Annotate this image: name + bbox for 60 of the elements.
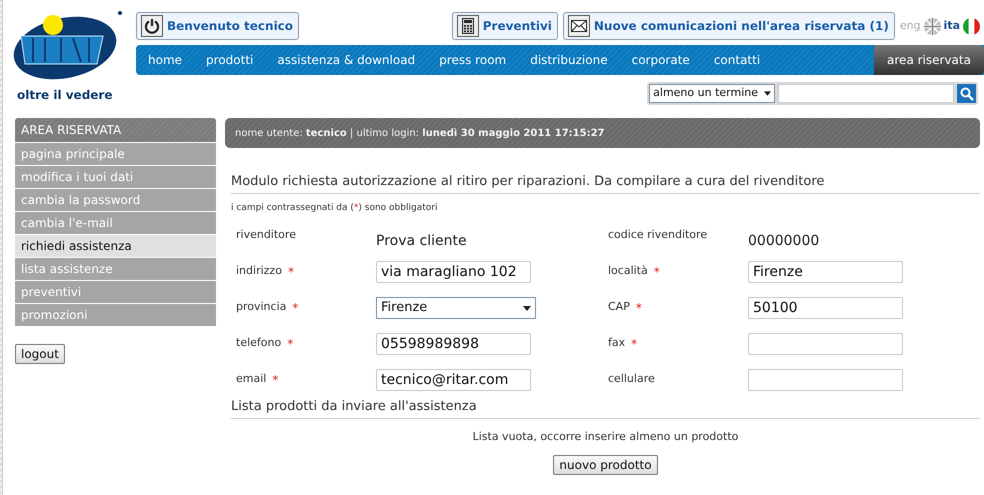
required-mark: *: [272, 372, 278, 389]
required-mark: *: [287, 336, 294, 353]
field-label: fax: [608, 335, 626, 351]
field-label: rivenditore: [236, 227, 296, 243]
nav-link[interactable]: contatti: [714, 51, 760, 69]
field-label: telefono: [236, 335, 282, 351]
calculator-icon: [456, 15, 479, 37]
products-title: Lista prodotti da inviare all'assistenza: [231, 397, 980, 418]
field-label: provincia: [236, 299, 286, 315]
uk-flag-icon: [924, 18, 941, 34]
province-dropdown[interactable]: Firenze: [376, 297, 536, 319]
top-button[interactable]: Nuove comunicazioni nell'area riservata (1): [562, 12, 895, 40]
input-field[interactable]: 05598989898: [376, 333, 531, 355]
top-button[interactable]: Preventivi: [452, 12, 558, 40]
logout-button[interactable]: logout: [15, 344, 65, 364]
field-label: CAP: [608, 299, 630, 315]
nav-link[interactable]: home: [148, 51, 182, 69]
nav-link[interactable]: corporate: [632, 51, 690, 69]
field-label: cellulare: [608, 371, 655, 387]
required-mark: *: [288, 264, 294, 281]
search-icon: [960, 86, 974, 100]
required-mark: *: [292, 300, 298, 317]
user-info-bar: nome utente: tecnico | ultimo login: lunedì 30 maggio 2011 17:15:27: [225, 118, 980, 148]
power-icon: [141, 15, 163, 37]
field-value: 00000000: [748, 232, 820, 251]
input-field[interactable]: [748, 333, 903, 355]
input-field[interactable]: 50100: [748, 297, 903, 319]
new-product-button[interactable]: nuovo prodotto: [553, 455, 658, 475]
dropdown-arrow-icon: [764, 91, 771, 96]
field-label: email: [236, 371, 266, 387]
nav-link[interactable]: assistenza & download: [277, 51, 416, 69]
search-mode-dropdown[interactable]: almeno un termine: [649, 84, 775, 103]
logo-tagline: oltre il vedere: [17, 87, 112, 104]
input-field[interactable]: Firenze: [748, 261, 903, 283]
search-button[interactable]: [957, 84, 976, 103]
field-label: indirizzo: [236, 263, 282, 279]
sidebar-item[interactable]: richiedi assistenza: [15, 235, 216, 257]
field-value: Prova cliente: [376, 232, 467, 251]
nav-link[interactable]: prodotti: [206, 51, 254, 69]
form-title: Modulo richiesta autorizzazione al ritiro per riparazioni. Da compilare a cura del rivenditore: [231, 172, 980, 194]
top-button[interactable]: Benvenuto tecnico: [136, 12, 300, 40]
italian-flag-icon: [963, 18, 980, 34]
required-mark: *: [636, 300, 642, 317]
required-mark: *: [654, 264, 660, 281]
required-fields-note: i campi contrassegnati da (*) sono obbligatori: [231, 202, 438, 214]
input-field[interactable]: [748, 369, 903, 391]
field-label: località: [608, 263, 648, 279]
nav-link[interactable]: press room: [439, 51, 506, 69]
language-link[interactable]: ita: [944, 18, 980, 34]
input-field[interactable]: tecnico@ritar.com: [376, 369, 531, 391]
mail-icon: [568, 15, 590, 37]
empty-list-message: Lista vuota, occorre inserire almeno un prodotto: [472, 428, 740, 444]
nav-link[interactable]: distribuzione: [530, 51, 608, 69]
input-field[interactable]: via maragliano 102: [376, 261, 531, 283]
dropdown-arrow-icon: [523, 306, 531, 310]
sidebar-header: AREA RISERVATA: [15, 118, 216, 142]
field-label: codice rivenditore: [608, 227, 708, 243]
reserved-area-tab[interactable]: area riservata: [874, 45, 984, 75]
search-field[interactable]: [778, 84, 954, 103]
required-mark: *: [631, 336, 638, 353]
